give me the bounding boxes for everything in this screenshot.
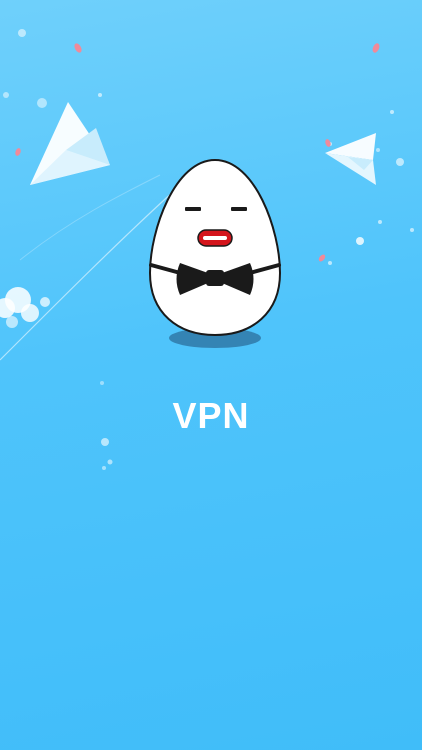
paper-plane-icon xyxy=(325,133,376,185)
app-name: VPN xyxy=(172,395,250,436)
background-decoration xyxy=(0,29,414,470)
splash-screen: VPN xyxy=(0,0,422,750)
bubble-icon xyxy=(0,287,50,328)
paper-plane-icon xyxy=(30,102,110,185)
egg-bowtie-mascot-icon xyxy=(148,158,282,348)
